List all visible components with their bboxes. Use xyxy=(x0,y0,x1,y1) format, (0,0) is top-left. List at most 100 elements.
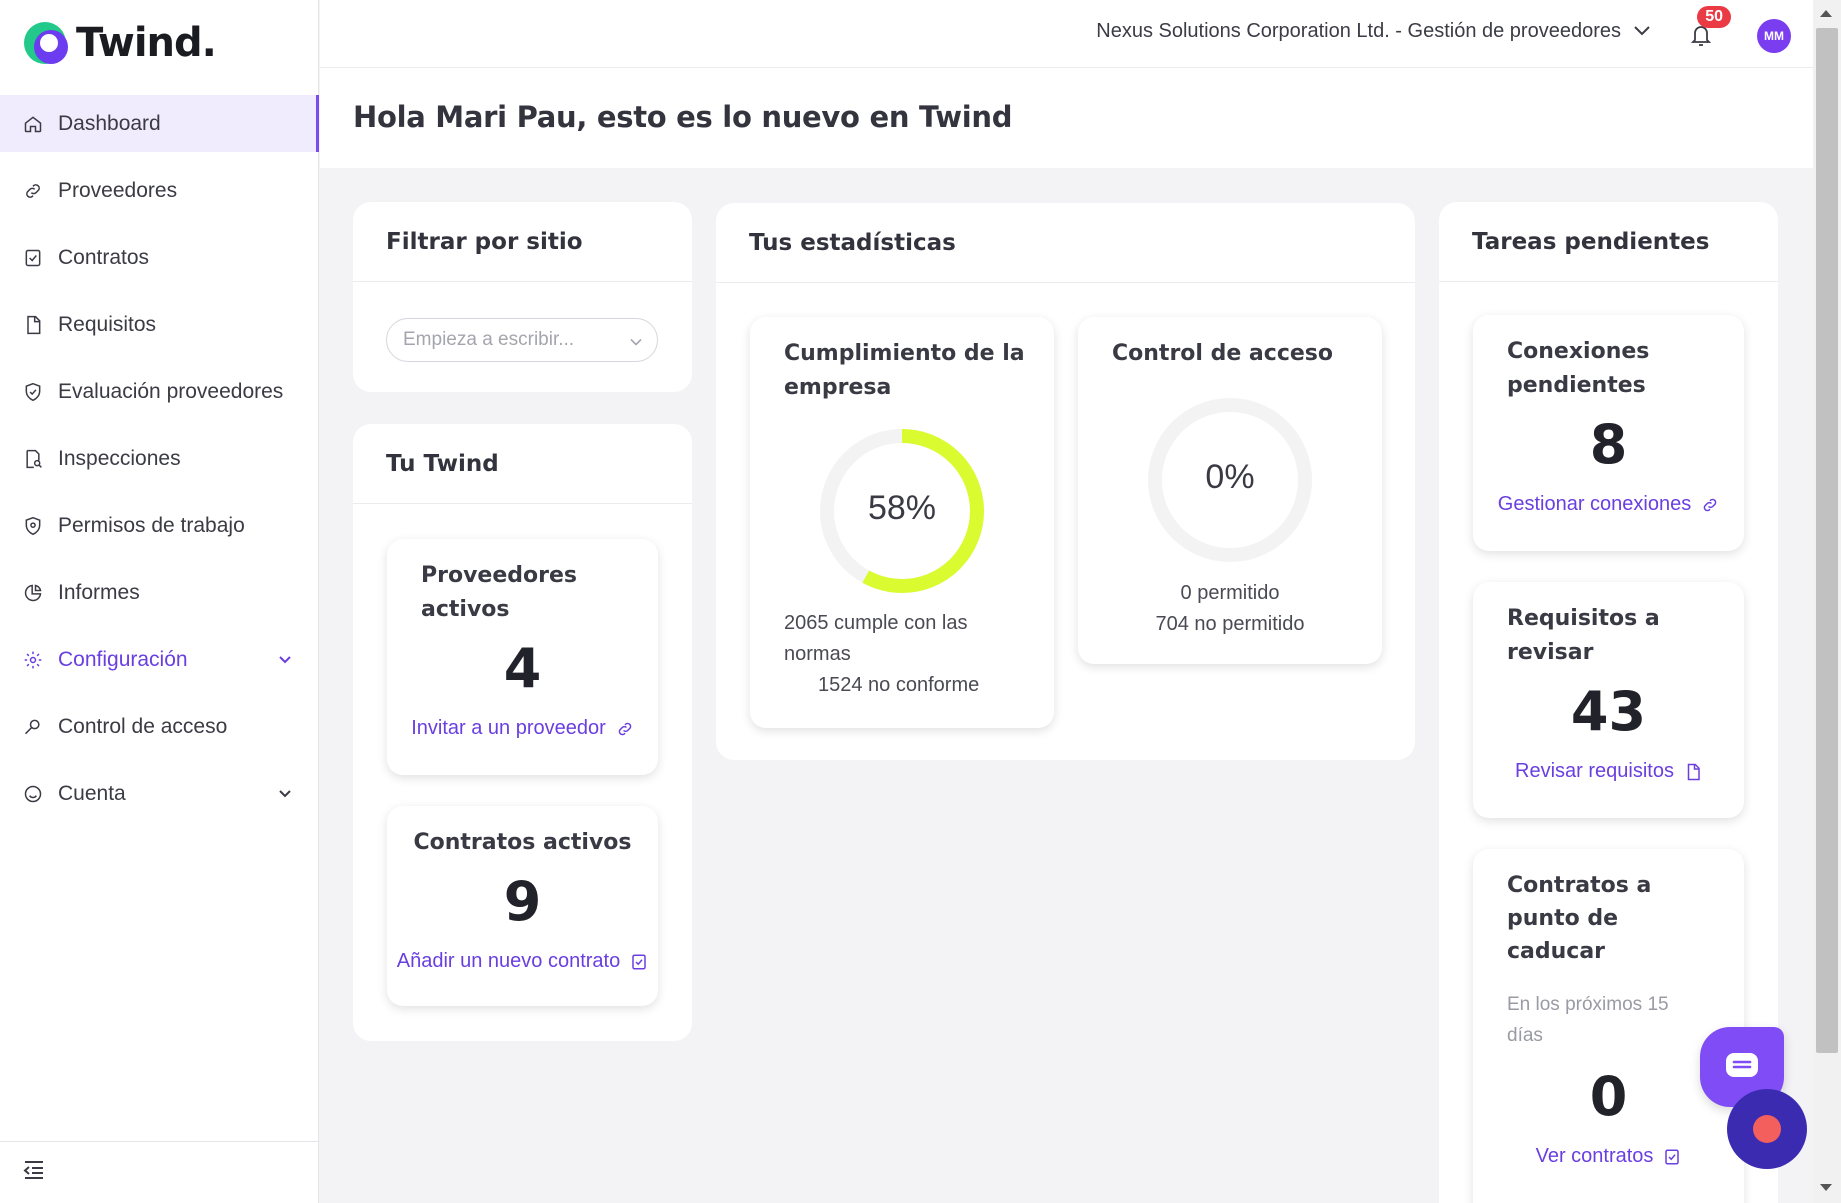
org-selector[interactable]: Nexus Solutions Corporation Ltd. - Gesti… xyxy=(1096,20,1651,43)
stats-panel: Tus estadísticas Cumplimiento de la empr… xyxy=(716,203,1415,760)
sidebar-item-proveedores[interactable]: Proveedores xyxy=(0,162,319,219)
sidebar-item-informes[interactable]: Informes xyxy=(0,564,319,621)
card-title: Contratos a punto de caducar xyxy=(1507,873,1652,964)
filter-panel: Filtrar por sitio Empieza a escribir... xyxy=(353,202,692,392)
sidebar-item-requisitos[interactable]: Requisitos xyxy=(0,296,319,353)
link-label: Invitar a un proveedor xyxy=(411,717,606,739)
contract-icon xyxy=(1663,1148,1681,1166)
scrollbar[interactable] xyxy=(1813,0,1841,1203)
sidebar-item-label: Cuenta xyxy=(58,781,126,805)
page-title: Hola Mari Pau, esto es lo nuevo en Twind xyxy=(353,100,1013,134)
link-label: Ver contratos xyxy=(1535,1145,1654,1167)
card-title: Proveedores activos xyxy=(421,563,577,622)
card-title: Requisitos a revisar xyxy=(1507,606,1660,665)
scroll-down-icon[interactable] xyxy=(1820,1184,1832,1191)
sidebar-item-cuenta[interactable]: Cuenta xyxy=(0,765,319,822)
scrollbar-thumb[interactable] xyxy=(1816,28,1838,1053)
org-name: Nexus Solutions Corporation Ltd. - Gesti… xyxy=(1096,20,1621,42)
home-icon xyxy=(22,113,44,135)
card-title: Contratos activos xyxy=(413,830,632,855)
sidebar-item-contratos[interactable]: Contratos xyxy=(0,229,319,286)
sidebar-item-label: Control de acceso xyxy=(58,714,228,738)
cumplimiento-card: Cumplimiento de la empresa 58% 2065 cump… xyxy=(750,317,1054,728)
sidebar-item-configuracion[interactable]: Configuración xyxy=(0,631,319,688)
review-requirements-link[interactable]: Revisar requisitos xyxy=(1473,760,1744,783)
compliance-percent: 58% xyxy=(867,489,937,527)
sidebar-item-label: Evaluación proveedores xyxy=(58,379,284,403)
compliance-caption: 2065 cumple con las normas 1524 no confo… xyxy=(784,612,980,696)
sidebar-item-label: Informes xyxy=(58,580,140,604)
file-icon xyxy=(22,314,44,336)
proveedores-count: 4 xyxy=(503,637,542,700)
chevron-down-icon[interactable] xyxy=(277,649,293,665)
avatar[interactable]: MM xyxy=(1757,19,1791,53)
chevron-down-icon[interactable] xyxy=(277,783,293,799)
sidebar-item-evaluacion[interactable]: Evaluación proveedores xyxy=(0,363,319,420)
caducar-card: Contratos a punto de caducar En los próx… xyxy=(1473,849,1744,1203)
conexiones-card: Conexiones pendientes 8 Gestionar conexi… xyxy=(1473,315,1744,551)
caducar-subtitle: En los próximos 15 días xyxy=(1507,994,1669,1046)
link-icon xyxy=(22,180,44,202)
sidebar-nav: Dashboard Proveedores Contratos Requisit… xyxy=(0,95,319,832)
card-title: Conexiones pendientes xyxy=(1507,339,1650,398)
tu-twind-title: Tu Twind xyxy=(353,424,692,504)
collapse-menu-icon xyxy=(22,1159,46,1186)
contratos-count: 9 xyxy=(503,870,542,933)
gear-icon xyxy=(22,649,44,671)
site-search-input[interactable]: Empieza a escribir... xyxy=(386,318,658,362)
access-caption: 0 permitido 704 no permitido xyxy=(1155,582,1305,635)
record-icon xyxy=(1753,1115,1781,1143)
notification-badge[interactable]: 50 xyxy=(1697,6,1731,28)
filter-title: Filtrar por sitio xyxy=(353,202,692,282)
pie-icon xyxy=(22,582,44,604)
sidebar-item-permisos[interactable]: Permisos de trabajo xyxy=(0,497,319,554)
sidebar-item-label: Inspecciones xyxy=(58,446,181,470)
brand-name: Twind. xyxy=(76,20,217,66)
sidebar-item-dashboard[interactable]: Dashboard xyxy=(0,95,319,152)
requisitos-count: 43 xyxy=(1570,680,1647,743)
invite-provider-link[interactable]: Invitar a un proveedor xyxy=(387,717,658,740)
tareas-title: Tareas pendientes xyxy=(1439,202,1778,282)
sidebar-item-label: Requisitos xyxy=(58,312,157,336)
link-label: Revisar requisitos xyxy=(1515,760,1674,782)
collapse-sidebar-button[interactable] xyxy=(0,1141,319,1203)
control-acceso-card: Control de acceso 0% 0 permitido 704 no … xyxy=(1078,317,1382,664)
shield-icon xyxy=(22,515,44,537)
contract-icon xyxy=(22,247,44,269)
contratos-activos-card: Contratos activos 9 Añadir un nuevo cont… xyxy=(387,806,658,1006)
smile-icon xyxy=(22,783,44,805)
record-button[interactable] xyxy=(1727,1089,1807,1169)
link-icon xyxy=(616,720,634,738)
contract-icon xyxy=(630,953,648,971)
topbar: Nexus Solutions Corporation Ltd. - Gesti… xyxy=(320,0,1813,68)
link-icon xyxy=(1701,496,1719,514)
greeting-bar: Hola Mari Pau, esto es lo nuevo en Twind xyxy=(320,68,1813,168)
tu-twind-panel: Tu Twind Proveedores activos 4 Invitar a… xyxy=(353,424,692,1041)
sidebar-item-inspecciones[interactable]: Inspecciones xyxy=(0,430,319,487)
scroll-up-icon[interactable] xyxy=(1820,10,1832,17)
conexiones-count: 8 xyxy=(1589,413,1628,476)
sidebar: Twind. Dashboard Proveedores Contratos R… xyxy=(0,0,319,1203)
twind-logo-icon xyxy=(24,20,70,66)
sidebar-item-label: Contratos xyxy=(58,245,150,269)
file-icon xyxy=(1684,763,1702,781)
sidebar-item-label: Dashboard xyxy=(58,111,161,135)
view-contracts-link[interactable]: Ver contratos xyxy=(1473,1145,1744,1168)
sidebar-item-label: Permisos de trabajo xyxy=(58,513,245,537)
card-title: Control de acceso xyxy=(1112,341,1333,366)
manage-connections-link[interactable]: Gestionar conexiones xyxy=(1473,493,1744,516)
search-doc-icon xyxy=(22,448,44,470)
chat-icon xyxy=(1725,1052,1759,1083)
link-label: Gestionar conexiones xyxy=(1497,493,1692,515)
chevron-down-icon xyxy=(1633,20,1651,43)
twind-logo[interactable]: Twind. xyxy=(24,20,217,66)
chevron-down-icon xyxy=(629,333,643,347)
link-label: Añadir un nuevo contrato xyxy=(396,950,621,972)
sidebar-item-label: Configuración xyxy=(58,647,188,671)
stats-title: Tus estadísticas xyxy=(716,203,1415,283)
sidebar-item-control-acceso[interactable]: Control de acceso xyxy=(0,698,319,755)
requisitos-card: Requisitos a revisar 43 Revisar requisit… xyxy=(1473,582,1744,818)
shield-check-icon xyxy=(22,381,44,403)
add-contract-link[interactable]: Añadir un nuevo contrato xyxy=(387,950,658,973)
key-icon xyxy=(22,716,44,738)
